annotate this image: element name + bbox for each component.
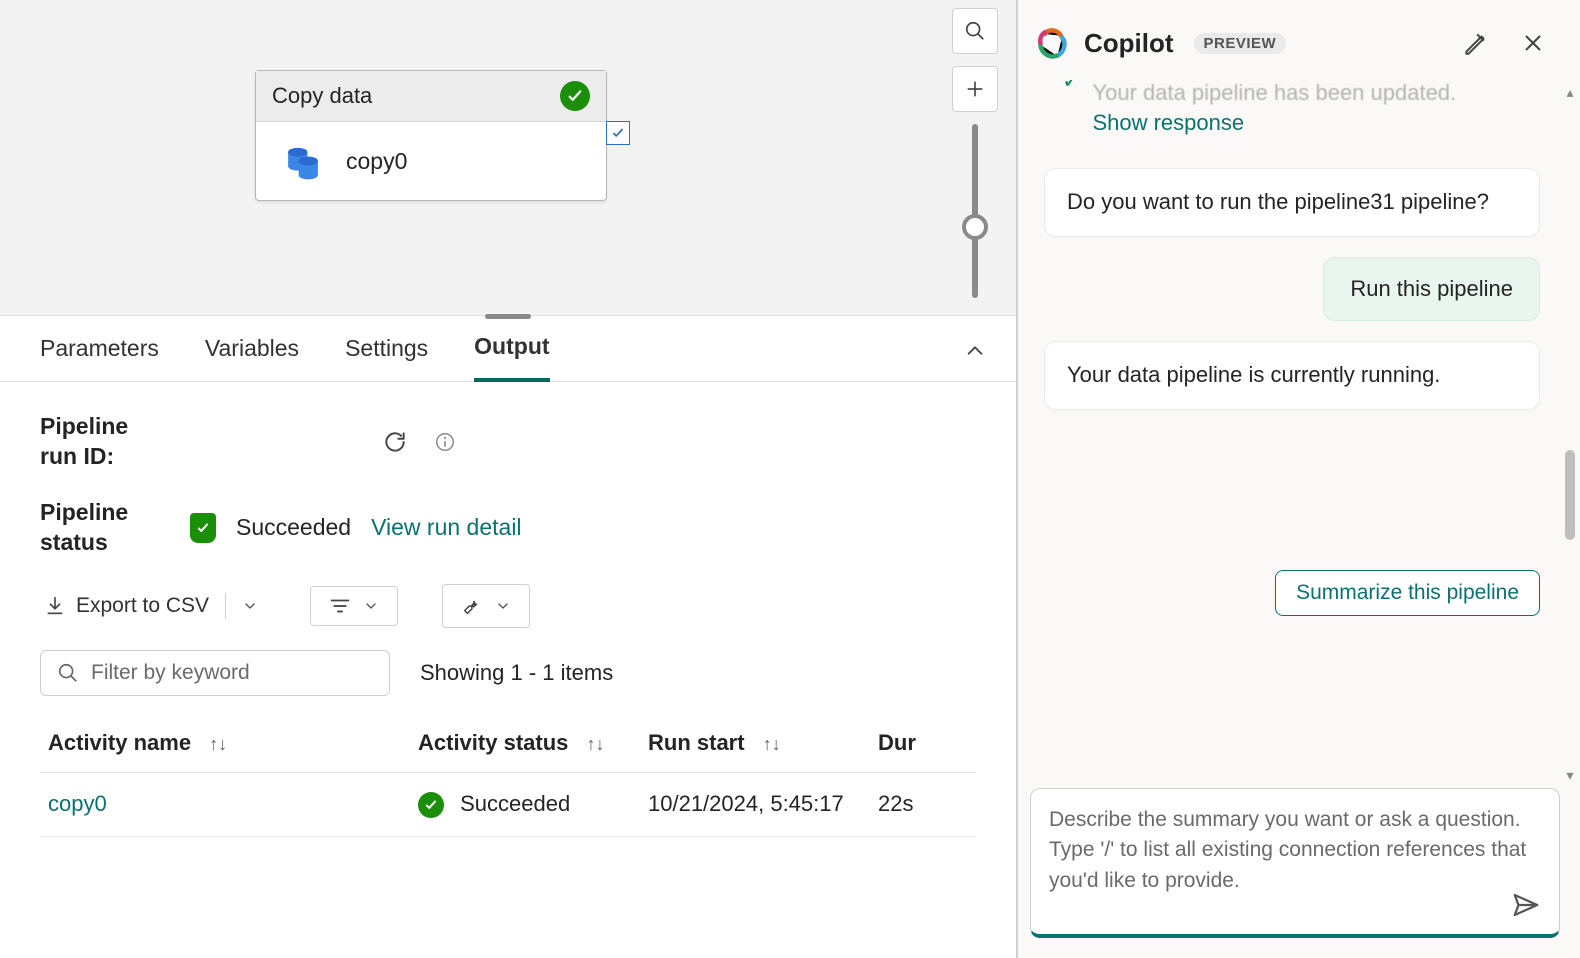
chevron-down-icon [495,598,511,614]
scrollbar-thumb[interactable] [1565,450,1575,540]
user-message: Run this pipeline [1323,257,1540,321]
table-row[interactable]: copy0 Succeeded 10/21/2024, 5:45:17 22s [40,772,976,836]
main-area: Copy data copy0 [0,0,1018,958]
filter-row: Showing 1 - 1 items [40,650,976,696]
canvas-zoom-slider[interactable] [972,124,978,298]
export-csv-label: Export to CSV [76,594,209,618]
toolbar-divider [225,593,226,619]
collapse-panel-button[interactable] [964,340,986,362]
copilot-title: Copilot [1084,28,1174,59]
sort-icon: ↑↓ [763,734,781,754]
suggestion-summarize-pipeline[interactable]: Summarize this pipeline [1275,570,1540,616]
col-activity-name[interactable]: Activity name ↑↓ [40,714,410,773]
cell-activity-name[interactable]: copy0 [40,772,410,836]
export-csv-button[interactable]: Export to CSV [44,594,209,618]
status-success-icon [560,81,590,111]
copilot-input-placeholder: Describe the summary you want or ask a q… [1049,805,1541,896]
database-icon [282,140,324,182]
copilot-message: Do you want to run the pipeline31 pipeli… [1044,168,1540,237]
search-icon [57,662,79,684]
check-icon: ✓ [1062,80,1080,94]
canvas-controls [952,8,998,298]
pipeline-canvas[interactable]: Copy data copy0 [0,0,1016,316]
copilot-message: Your data pipeline is currently running. [1044,341,1540,410]
col-duration[interactable]: Dur [870,714,976,773]
canvas-search-button[interactable] [952,8,998,54]
status-success-icon [418,792,444,818]
pipeline-run-id-row: Pipeline run ID: [40,412,976,472]
col-activity-status[interactable]: Activity status ↑↓ [410,714,640,773]
status-succeeded-icon [190,513,216,543]
copilot-scrollbar[interactable]: ▴ ▾ [1562,80,1578,788]
chevron-down-icon [363,598,379,614]
pipeline-run-id-label: Pipeline run ID: [40,412,160,472]
activity-runs-table: Activity name ↑↓ Activity status ↑↓ Run … [40,714,976,837]
canvas-zoom-in-button[interactable] [952,66,998,112]
copilot-logo-icon [1034,24,1072,62]
tab-settings[interactable]: Settings [345,317,428,380]
pipeline-status-row: Pipeline status Succeeded View run detai… [40,498,976,558]
activity-success-output-handle[interactable] [606,121,630,145]
scroll-up-button[interactable]: ▴ [1562,84,1578,101]
suggestion-row: Summarize this pipeline [1044,570,1540,616]
scroll-down-button[interactable]: ▾ [1562,767,1578,784]
copilot-message-truncated: ✓ Your data pipeline has been updated. S… [1044,80,1540,152]
filter-keyword-input-wrapper[interactable] [40,650,390,696]
activity-name: copy0 [346,148,407,175]
wrench-icon [461,595,483,617]
output-toolbar: Export to CSV [40,584,976,628]
refresh-button[interactable] [380,427,410,457]
tab-output[interactable]: Output [474,315,549,382]
preview-badge: PREVIEW [1194,33,1287,54]
output-panel: Pipeline run ID: Pipeline status Succeed… [0,382,1016,958]
clear-chat-button[interactable] [1460,28,1490,58]
col-run-start[interactable]: Run start ↑↓ [640,714,870,773]
sort-icon: ↑↓ [587,734,605,754]
pipeline-status-label: Pipeline status [40,498,160,558]
activity-title: Copy data [272,83,372,109]
send-button[interactable] [1511,890,1541,920]
export-csv-dropdown[interactable] [242,598,258,614]
cell-activity-status: Succeeded [410,772,640,836]
canvas-zoom-slider-thumb[interactable] [962,214,988,240]
filter-icon [329,597,351,615]
activity-node-body: copy0 [256,122,606,200]
tab-variables[interactable]: Variables [205,317,299,380]
close-button[interactable] [1518,28,1548,58]
cell-run-start: 10/21/2024, 5:45:17 [640,772,870,836]
activity-node-header: Copy data [256,71,606,122]
sort-icon: ↑↓ [209,734,227,754]
filter-columns-button[interactable] [310,586,398,626]
filter-keyword-input[interactable] [91,661,373,685]
tab-parameters[interactable]: Parameters [40,317,159,380]
copilot-panel: Copilot PREVIEW ✓ Your data pipeline has… [1018,0,1580,958]
info-icon[interactable] [430,427,460,457]
tools-button[interactable] [442,584,530,628]
view-run-detail-link[interactable]: View run detail [371,514,521,541]
copilot-truncated-text: Your data pipeline has been updated. [1092,80,1456,106]
copilot-messages: ✓ Your data pipeline has been updated. S… [1018,80,1580,788]
pipeline-status-value: Succeeded [236,514,351,541]
copilot-input[interactable]: Describe the summary you want or ask a q… [1030,788,1560,938]
show-response-link[interactable]: Show response [1092,110,1244,136]
copilot-header: Copilot PREVIEW [1018,0,1580,80]
cell-duration: 22s [870,772,976,836]
activity-node-copy-data[interactable]: Copy data copy0 [255,70,607,201]
showing-count: Showing 1 - 1 items [420,660,613,686]
panel-resize-handle[interactable] [485,314,531,319]
details-tabs: Parameters Variables Settings Output [0,316,1016,382]
